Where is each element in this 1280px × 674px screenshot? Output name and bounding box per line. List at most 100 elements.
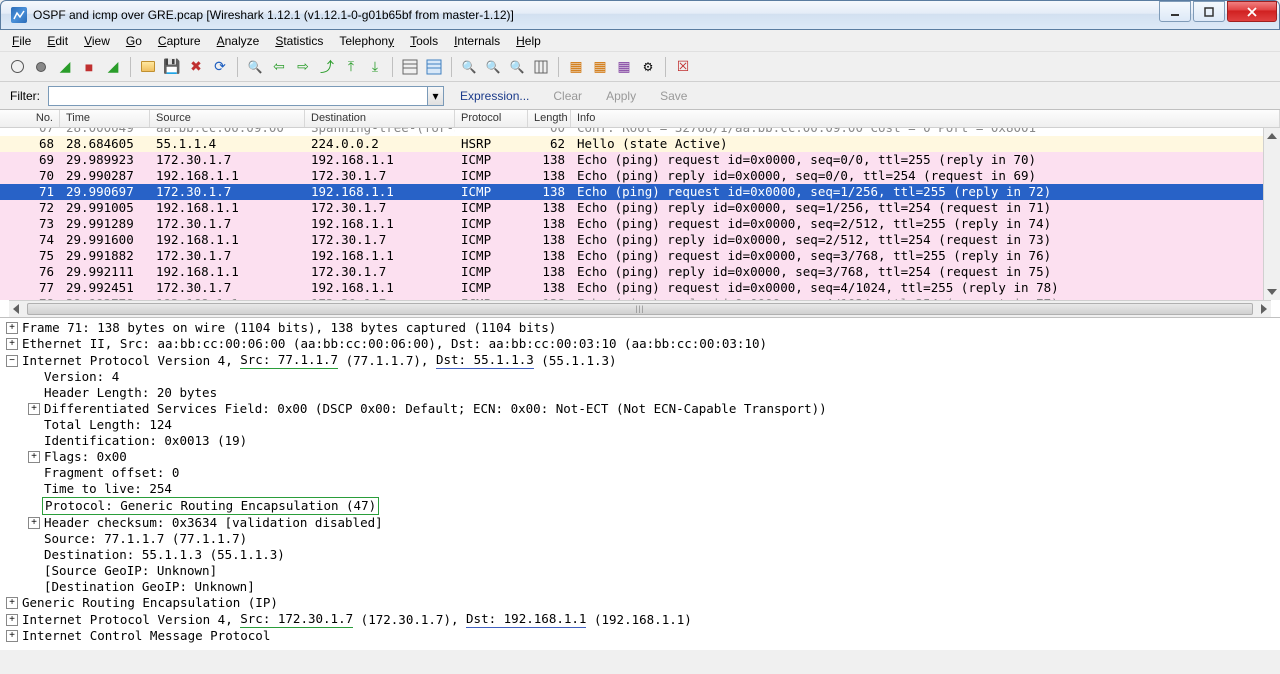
window-titlebar: OSPF and icmp over GRE.pcap [Wireshark 1… <box>0 0 1280 30</box>
open-icon[interactable] <box>137 56 159 78</box>
packet-row[interactable]: 7429.991600192.168.1.1172.30.1.7ICMP138E… <box>0 232 1280 248</box>
packet-row[interactable]: 6828.68460555.1.1.4224.0.0.2HSRP62Hello … <box>0 136 1280 152</box>
detail-gre: Generic Routing Encapsulation (IP) <box>22 595 278 611</box>
packet-details[interactable]: +Frame 71: 138 bytes on wire (1104 bits)… <box>0 318 1280 650</box>
detail-ip-ttl: Time to live: 254 <box>44 481 172 497</box>
filter-dropdown[interactable]: ▾ <box>428 86 444 106</box>
col-no[interactable]: No. <box>0 110 60 127</box>
menu-telephony[interactable]: Telephony <box>331 32 402 50</box>
expand-icon[interactable]: + <box>6 338 18 350</box>
resizecols-icon[interactable] <box>530 56 552 78</box>
menu-view[interactable]: View <box>76 32 118 50</box>
packet-row[interactable]: 6929.989923172.30.1.7192.168.1.1ICMP138E… <box>0 152 1280 168</box>
zoomout-icon[interactable]: 🔍 <box>482 56 504 78</box>
detail-ip-dst: Destination: 55.1.1.3 (55.1.1.3) <box>44 547 285 563</box>
zoom100-icon[interactable]: 🔍 <box>506 56 528 78</box>
detail-ip-proto: Protocol: Generic Routing Encapsulation … <box>42 497 379 515</box>
expand-icon[interactable]: + <box>6 322 18 334</box>
filter-bar: Filter: ▾ Expression... Clear Apply Save <box>0 82 1280 110</box>
packet-list-header: No. Time Source Destination Protocol Len… <box>0 110 1280 128</box>
filter-label: Filter: <box>10 89 40 103</box>
interfaces-icon[interactable] <box>6 56 28 78</box>
stop-icon[interactable]: ■ <box>78 56 100 78</box>
detail-ip-outer-src: Src: 77.1.1.7 <box>240 352 338 369</box>
packet-list-scrollbar-v[interactable] <box>1263 128 1280 300</box>
detail-ip-geodst: [Destination GeoIP: Unknown] <box>44 579 255 595</box>
menu-file[interactable]: File <box>4 32 39 50</box>
detail-ip-frag: Fragment offset: 0 <box>44 465 179 481</box>
packet-list-body[interactable]: 0728.000049aa.bb.cc.00.09.00Spanning-tre… <box>0 128 1280 300</box>
detail-ip-inner-prefix: Internet Protocol Version 4, <box>22 612 240 628</box>
filter-input[interactable] <box>48 86 428 106</box>
help-icon[interactable]: ☒ <box>672 56 694 78</box>
maximize-button[interactable] <box>1193 1 1225 22</box>
filter-save[interactable]: Save <box>652 89 695 103</box>
capturefilter-icon[interactable]: ▦ <box>565 56 587 78</box>
col-destination[interactable]: Destination <box>305 110 455 127</box>
colorize-icon[interactable] <box>399 56 421 78</box>
prefs-icon[interactable]: ⚙ <box>637 56 659 78</box>
packet-row[interactable]: 7729.992451172.30.1.7192.168.1.1ICMP138E… <box>0 280 1280 296</box>
packet-row[interactable]: 7129.990697172.30.1.7192.168.1.1ICMP138E… <box>0 184 1280 200</box>
last-icon[interactable]: ⤓ <box>364 56 386 78</box>
packet-row[interactable]: 7029.990287192.168.1.1172.30.1.7ICMP138E… <box>0 168 1280 184</box>
close-button[interactable] <box>1227 1 1277 22</box>
toolbar: ◢ ■ ◢ 💾 ✖ ⟳ 🔍 ⇦ ⇨ ⤴ ⤒ ⤓ 🔍 🔍 🔍 ▦ ▦ ▦ ⚙ ☒ <box>0 52 1280 82</box>
options-icon[interactable] <box>30 56 52 78</box>
displayfilter-icon[interactable]: ▦ <box>589 56 611 78</box>
detail-eth: Ethernet II, Src: aa:bb:cc:00:06:00 (aa:… <box>22 336 767 352</box>
forward-icon[interactable]: ⇨ <box>292 56 314 78</box>
minimize-button[interactable] <box>1159 1 1191 22</box>
packet-list-scrollbar-h[interactable] <box>9 300 1271 317</box>
expand-icon[interactable]: + <box>28 451 40 463</box>
menu-capture[interactable]: Capture <box>150 32 209 50</box>
menu-help[interactable]: Help <box>508 32 549 50</box>
packet-row[interactable]: 7629.992111192.168.1.1172.30.1.7ICMP138E… <box>0 264 1280 280</box>
close-icon[interactable]: ✖ <box>185 56 207 78</box>
expand-icon[interactable]: + <box>6 597 18 609</box>
reload-icon[interactable]: ⟳ <box>209 56 231 78</box>
expand-icon[interactable]: + <box>6 614 18 626</box>
detail-ip-inner-src: Src: 172.30.1.7 <box>240 611 353 628</box>
save-icon[interactable]: 💾 <box>161 56 183 78</box>
expand-icon[interactable]: + <box>28 403 40 415</box>
menu-statistics[interactable]: Statistics <box>267 32 331 50</box>
detail-ip-geosrc: [Source GeoIP: Unknown] <box>44 563 217 579</box>
expand-icon[interactable]: + <box>6 630 18 642</box>
menu-tools[interactable]: Tools <box>402 32 446 50</box>
detail-ip-id: Identification: 0x0013 (19) <box>44 433 247 449</box>
coloringrules-icon[interactable]: ▦ <box>613 56 635 78</box>
detail-ip-outer-prefix: Internet Protocol Version 4, <box>22 353 240 369</box>
detail-ip-chksum: Header checksum: 0x3634 [validation disa… <box>44 515 383 531</box>
goto-icon[interactable]: ⤴ <box>316 56 338 78</box>
detail-icmp: Internet Control Message Protocol <box>22 628 270 644</box>
col-time[interactable]: Time <box>60 110 150 127</box>
packet-row[interactable]: 7529.991882172.30.1.7192.168.1.1ICMP138E… <box>0 248 1280 264</box>
packet-row[interactable]: 7329.991289172.30.1.7192.168.1.1ICMP138E… <box>0 216 1280 232</box>
back-icon[interactable]: ⇦ <box>268 56 290 78</box>
packet-row[interactable]: 7229.991005192.168.1.1172.30.1.7ICMP138E… <box>0 200 1280 216</box>
find-icon[interactable]: 🔍 <box>244 56 266 78</box>
zoomin-icon[interactable]: 🔍 <box>458 56 480 78</box>
filter-clear[interactable]: Clear <box>545 89 590 103</box>
menu-go[interactable]: Go <box>118 32 150 50</box>
col-info[interactable]: Info <box>571 110 1280 127</box>
col-source[interactable]: Source <box>150 110 305 127</box>
detail-ip-outer-dst: Dst: 55.1.1.3 <box>436 352 534 369</box>
menu-internals[interactable]: Internals <box>446 32 508 50</box>
first-icon[interactable]: ⤒ <box>340 56 362 78</box>
start-icon[interactable]: ◢ <box>54 56 76 78</box>
filter-apply[interactable]: Apply <box>598 89 644 103</box>
restart-icon[interactable]: ◢ <box>102 56 124 78</box>
menu-edit[interactable]: Edit <box>39 32 76 50</box>
expand-icon[interactable]: + <box>28 517 40 529</box>
col-length[interactable]: Length <box>528 110 571 127</box>
menu-analyze[interactable]: Analyze <box>209 32 268 50</box>
detail-ip-flags: Flags: 0x00 <box>44 449 127 465</box>
collapse-icon[interactable]: − <box>6 355 18 367</box>
autoscroll-icon[interactable] <box>423 56 445 78</box>
col-protocol[interactable]: Protocol <box>455 110 528 127</box>
filter-expression[interactable]: Expression... <box>452 89 537 103</box>
packet-row[interactable]: 0728.000049aa.bb.cc.00.09.00Spanning-tre… <box>0 128 1280 136</box>
packet-list: No. Time Source Destination Protocol Len… <box>0 110 1280 318</box>
